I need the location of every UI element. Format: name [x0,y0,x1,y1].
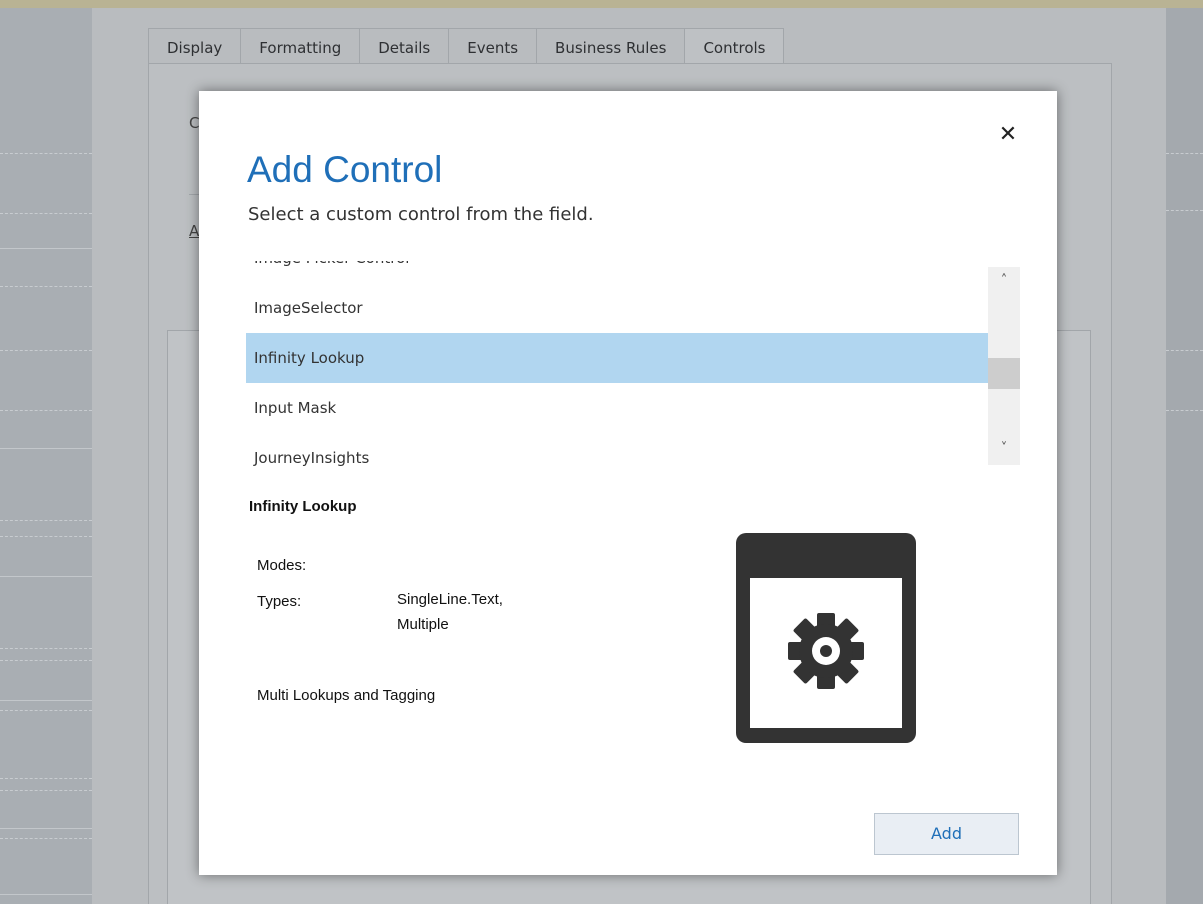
list-item[interactable]: ImageSelector [246,283,988,333]
control-description: Multi Lookups and Tagging [257,687,436,704]
tab-display[interactable]: Display [148,28,242,63]
scroll-up-icon[interactable]: ˄ [988,267,1020,295]
list-item[interactable]: JourneyInsights [246,433,988,467]
left-background-panel [0,8,92,904]
modes-label: Modes: [257,557,307,574]
types-value-line1: SingleLine.Text, [397,591,503,608]
selected-control-name: Infinity Lookup [249,498,357,515]
scroll-down-icon[interactable]: ˅ [988,435,1020,463]
add-button[interactable]: Add [874,813,1019,855]
property-tabs: Display Formatting Details Events Busine… [148,28,785,65]
dialog-title: Add Control [247,149,443,190]
right-background-panel [1166,8,1203,904]
tab-formatting[interactable]: Formatting [240,28,361,63]
close-icon[interactable]: ✕ [996,123,1020,147]
top-strip [0,0,1203,8]
types-label: Types: [257,593,302,610]
list-item[interactable]: Input Mask [246,383,988,433]
dialog-subtitle: Select a custom control from the field. [248,204,594,225]
partial-section-label: C [189,114,200,132]
control-list[interactable]: Image Picker Control ImageSelector Infin… [246,261,1019,467]
add-control-dialog: ✕ Add Control Select a custom control fr… [199,91,1057,875]
tab-controls[interactable]: Controls [684,28,785,65]
scroll-thumb[interactable] [988,358,1020,389]
list-item[interactable]: Image Picker Control [246,261,988,283]
custom-control-gear-icon [736,533,916,743]
types-value-line2: Multiple [397,616,449,633]
tab-events[interactable]: Events [448,28,538,63]
partial-add-control-link[interactable]: A [189,222,199,240]
tab-details[interactable]: Details [359,28,450,63]
list-scrollbar[interactable]: ˄ ˅ [988,267,1020,465]
tab-business-rules[interactable]: Business Rules [536,28,686,63]
list-item-selected[interactable]: Infinity Lookup [246,333,988,383]
